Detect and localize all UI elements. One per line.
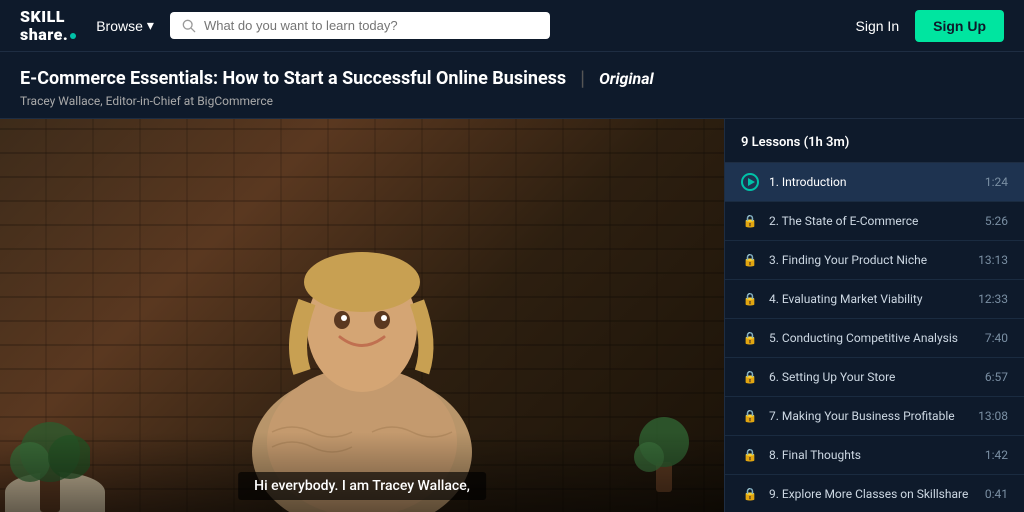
sidebar-header: 9 Lessons (1h 3m) bbox=[725, 119, 1024, 163]
lock-icon: 🔒 bbox=[741, 485, 759, 503]
lock-icon: 🔒 bbox=[741, 368, 759, 386]
lesson-title: 2. The State of E-Commerce bbox=[769, 214, 975, 228]
header-actions: Sign In Sign Up bbox=[856, 10, 1004, 42]
lesson-item[interactable]: 🔒 4. Evaluating Market Viability 12:33 bbox=[725, 280, 1024, 319]
main-content: Hi everybody. I am Tracey Wallace, 9 Les… bbox=[0, 119, 1024, 512]
lesson-title: 4. Evaluating Market Viability bbox=[769, 292, 968, 306]
lesson-duration: 1:42 bbox=[985, 448, 1008, 462]
lesson-title: 6. Setting Up Your Store bbox=[769, 370, 975, 384]
lesson-title: 3. Finding Your Product Niche bbox=[769, 253, 968, 267]
lesson-item[interactable]: 🔒 9. Explore More Classes on Skillshare 0:… bbox=[725, 475, 1024, 512]
lesson-item[interactable]: 🔒 7. Making Your Business Profitable 13:08 bbox=[725, 397, 1024, 436]
search-input[interactable] bbox=[204, 18, 538, 33]
lesson-title: 8. Final Thoughts bbox=[769, 448, 975, 462]
lock-icon: 🔒 bbox=[741, 212, 759, 230]
search-icon bbox=[182, 19, 196, 33]
lesson-sidebar: 9 Lessons (1h 3m) 1. Introduction 1:24 🔒 2.… bbox=[724, 119, 1024, 512]
lock-icon: 🔒 bbox=[741, 251, 759, 269]
header: SKILL share. Browse ▾ Sign In Sign Up bbox=[0, 0, 1024, 52]
logo: SKILL share. bbox=[20, 8, 76, 43]
lesson-duration: 5:26 bbox=[985, 214, 1008, 228]
lesson-duration: 12:33 bbox=[978, 292, 1008, 306]
course-title: E-Commerce Essentials: How to Start a Su… bbox=[20, 68, 566, 89]
lesson-list: 1. Introduction 1:24 🔒 2. The State of E-Co… bbox=[725, 163, 1024, 512]
lesson-item[interactable]: 🔒 3. Finding Your Product Niche 13:13 bbox=[725, 241, 1024, 280]
lesson-duration: 0:41 bbox=[985, 487, 1008, 501]
sign-up-button[interactable]: Sign Up bbox=[915, 10, 1004, 42]
video-subtitle: Hi everybody. I am Tracey Wallace, bbox=[238, 472, 486, 500]
course-author: Tracey Wallace, Editor-in-Chief at BigCo… bbox=[20, 94, 1004, 108]
lesson-item[interactable]: 🔒 5. Conducting Competitive Analysis 7:40 bbox=[725, 319, 1024, 358]
sign-in-button[interactable]: Sign In bbox=[856, 18, 900, 34]
lock-icon: 🔒 bbox=[741, 407, 759, 425]
lessons-count: 9 Lessons (1h 3m) bbox=[741, 135, 849, 150]
logo-line1: SKILL bbox=[20, 8, 76, 26]
original-badge: Original bbox=[599, 69, 654, 88]
lesson-item[interactable]: 🔒 8. Final Thoughts 1:42 bbox=[725, 436, 1024, 475]
lock-icon: 🔒 bbox=[741, 329, 759, 347]
lesson-title: 5. Conducting Competitive Analysis bbox=[769, 331, 975, 345]
lesson-item[interactable]: 1. Introduction 1:24 bbox=[725, 163, 1024, 202]
course-title-bar: E-Commerce Essentials: How to Start a Su… bbox=[0, 52, 1024, 119]
logo-line2: share. bbox=[20, 26, 76, 44]
lock-icon: 🔒 bbox=[741, 290, 759, 308]
lesson-item[interactable]: 🔒 2. The State of E-Commerce 5:26 bbox=[725, 202, 1024, 241]
play-icon bbox=[741, 173, 759, 191]
lesson-duration: 13:08 bbox=[978, 409, 1008, 423]
title-divider: | bbox=[580, 66, 585, 90]
lesson-title: 9. Explore More Classes on Skillshare bbox=[769, 487, 975, 501]
lesson-item[interactable]: 🔒 6. Setting Up Your Store 6:57 bbox=[725, 358, 1024, 397]
video-panel[interactable]: Hi everybody. I am Tracey Wallace, bbox=[0, 119, 724, 512]
lesson-title: 1. Introduction bbox=[769, 175, 975, 189]
lock-icon: 🔒 bbox=[741, 446, 759, 464]
browse-button[interactable]: Browse ▾ bbox=[96, 17, 154, 34]
search-bar bbox=[170, 12, 550, 39]
video-background bbox=[0, 119, 724, 512]
lesson-title: 7. Making Your Business Profitable bbox=[769, 409, 968, 423]
lesson-duration: 1:24 bbox=[985, 175, 1008, 189]
lesson-duration: 7:40 bbox=[985, 331, 1008, 345]
chevron-down-icon: ▾ bbox=[147, 17, 154, 34]
lesson-duration: 6:57 bbox=[985, 370, 1008, 384]
lesson-duration: 13:13 bbox=[978, 253, 1008, 267]
